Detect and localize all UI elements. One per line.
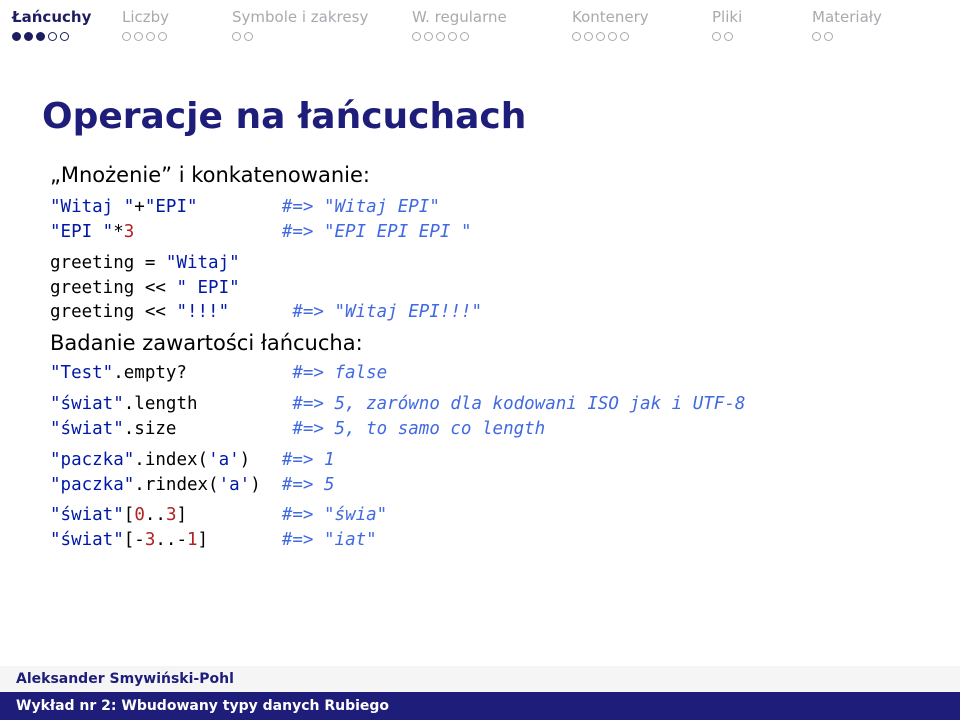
nav-progress-dots (122, 32, 167, 41)
code-text: greeting = (50, 253, 166, 273)
code-num: 3 (145, 530, 156, 550)
code-comment: #=> 5 (282, 475, 335, 495)
code-block-2: greeting = "Witaj" greeting << " EPI" gr… (50, 251, 918, 326)
code-comment: #=> "świa" (282, 505, 387, 525)
code-block-5: "paczka".index('a') #=> 1 "paczka".rinde… (50, 448, 918, 498)
nav-progress-dots (232, 32, 253, 41)
code-comment: #=> "Witaj EPI!!!" (292, 302, 482, 322)
code-comment: #=> 5, to samo co length (292, 419, 545, 439)
code-str: "świat" (50, 419, 124, 439)
section-label-1: „Mnożenie” i konkatenowanie: (50, 163, 918, 187)
code-text: ) (250, 475, 261, 495)
nav-item-3[interactable]: W. regularne (412, 8, 572, 41)
code-num: 3 (166, 505, 177, 525)
nav-item-2[interactable]: Symbole i zakresy (232, 8, 412, 41)
code-block-4: "świat".length #=> 5, zarówno dla kodowa… (50, 392, 918, 442)
code-str: 'a' (208, 450, 240, 470)
code-text: .. (145, 505, 166, 525)
code-text: greeting << (50, 302, 176, 322)
code-str: "!!!" (176, 302, 229, 322)
author-name: Aleksander Smywiński-Pohl (0, 666, 960, 692)
code-text: .length (124, 394, 198, 414)
nav-progress-dots (712, 32, 733, 41)
nav-item-6[interactable]: Materiały (812, 8, 932, 41)
code-num: 0 (134, 505, 145, 525)
code-op: * (113, 222, 124, 242)
code-str: "Witaj " (50, 197, 134, 217)
code-text: ] (176, 505, 187, 525)
code-comment: #=> 1 (282, 450, 335, 470)
code-str: " EPI" (176, 278, 239, 298)
nav-label: Łańcuchy (12, 8, 91, 26)
code-str: 'a' (219, 475, 251, 495)
code-str: "EPI" (145, 197, 198, 217)
code-comment: #=> 5, zarówno dla kodowani ISO jak i UT… (292, 394, 745, 414)
nav-item-0[interactable]: Łańcuchy (12, 8, 122, 41)
code-text: ..- (155, 530, 187, 550)
nav-label: Kontenery (572, 8, 649, 26)
footer: Aleksander Smywiński-Pohl Wykład nr 2: W… (0, 666, 960, 720)
code-op: + (134, 197, 145, 217)
code-str: "świat" (50, 530, 124, 550)
nav-progress-dots (572, 32, 629, 41)
code-text: ] (198, 530, 209, 550)
code-comment: #=> "Witaj EPI" (282, 197, 440, 217)
nav-item-4[interactable]: Kontenery (572, 8, 712, 41)
nav-label: W. regularne (412, 8, 507, 26)
code-text: [ (124, 505, 135, 525)
section-label-2: Badanie zawartości łańcucha: (50, 331, 918, 355)
code-text: .index( (134, 450, 208, 470)
code-num: 1 (187, 530, 198, 550)
code-block-3: "Test".empty? #=> false (50, 361, 918, 386)
code-num: 3 (124, 222, 135, 242)
nav-label: Liczby (122, 8, 169, 26)
nav-item-1[interactable]: Liczby (122, 8, 232, 41)
code-comment: #=> "iat" (282, 530, 377, 550)
nav-progress-dots (812, 32, 833, 41)
slide-title: Operacje na łańcuchach (42, 96, 918, 137)
code-str: "EPI " (50, 222, 113, 242)
lecture-title: Wykład nr 2: Wbudowany typy danych Rubie… (0, 692, 960, 720)
nav-progress-dots (12, 32, 69, 41)
top-nav: Łańcuchy Liczby Symbole i zakresy W. regula… (0, 0, 960, 41)
code-str: "Witaj" (166, 253, 240, 273)
code-text: ) (240, 450, 251, 470)
code-str: "paczka" (50, 450, 134, 470)
nav-item-5[interactable]: Pliki (712, 8, 812, 41)
code-text: .empty? (113, 363, 187, 383)
code-block-1: "Witaj "+"EPI" #=> "Witaj EPI" "EPI "*3 … (50, 195, 918, 245)
code-text: [- (124, 530, 145, 550)
code-text: .size (124, 419, 177, 439)
nav-label: Materiały (812, 8, 882, 26)
code-str: "świat" (50, 505, 124, 525)
code-str: "świat" (50, 394, 124, 414)
code-comment: #=> "EPI EPI EPI " (282, 222, 472, 242)
nav-progress-dots (412, 32, 469, 41)
code-str: "paczka" (50, 475, 134, 495)
nav-label: Pliki (712, 8, 742, 26)
nav-label: Symbole i zakresy (232, 8, 368, 26)
slide-content: Operacje na łańcuchach „Mnożenie” i konk… (0, 41, 960, 553)
code-str: "Test" (50, 363, 113, 383)
code-text: .rindex( (134, 475, 218, 495)
code-block-6: "świat"[0..3] #=> "świa" "świat"[-3..-1]… (50, 503, 918, 553)
code-text: greeting << (50, 278, 176, 298)
code-comment: #=> false (292, 363, 387, 383)
